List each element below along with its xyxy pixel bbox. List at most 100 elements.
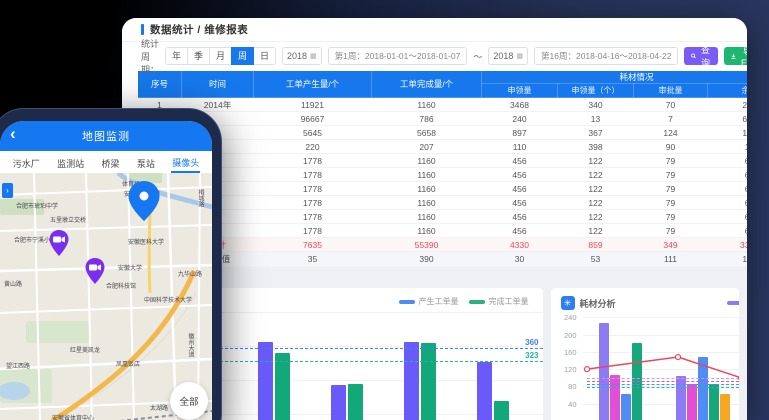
phone-page-title: 地图监测 — [82, 128, 130, 144]
bar — [621, 394, 631, 420]
sub-column-header: 审批量 — [634, 84, 708, 98]
map-label: 合肥市琥珀中学 — [16, 201, 58, 210]
table-cell: 1778 — [254, 196, 372, 210]
table-cell: 110 — [482, 140, 558, 154]
table-cell: 90 — [634, 140, 708, 154]
bar — [421, 343, 436, 420]
year-from-value: 2018 — [287, 51, 307, 61]
table-body: 12014年1192111603468340702509666778624013… — [138, 98, 748, 267]
table-row: 177811604561227967 — [138, 196, 748, 210]
show-all-button[interactable]: 全部 — [170, 382, 208, 420]
table-cell: 456 — [482, 224, 558, 238]
table-cell: 5645 — [254, 126, 372, 140]
calendar-icon: ▦ — [516, 52, 523, 60]
bar-line-chart-plot: 2402001601208040 — [551, 288, 739, 420]
table-cell: 122 — [558, 196, 634, 210]
table-cell: 79 — [634, 224, 708, 238]
period-label: 统计周期： — [141, 37, 159, 76]
table-cell: 349 — [634, 238, 708, 252]
segment-day[interactable]: 日 — [253, 47, 276, 65]
segment-year[interactable]: 年 — [165, 47, 188, 65]
average-refline — [587, 378, 739, 379]
table-cell: 3468 — [482, 98, 558, 112]
table-row: 177811604561227967 — [138, 168, 748, 182]
back-icon[interactable]: ‹ — [10, 124, 16, 144]
table-cell: 70 — [634, 98, 708, 112]
refline-label: 323 — [525, 351, 538, 360]
map-label: 望江西路 — [6, 361, 30, 370]
phone-tab-bar: 污水厂 监测站 桥梁 泵站 摄像头 — [0, 151, 212, 173]
map-view[interactable]: › 合肥市琥珀中学体育场安徽农业大学桐城路五里墩立交桥安徽医科大学合肥市宁溪小学… — [0, 173, 212, 420]
table-cell: 11921 — [254, 98, 372, 112]
week-to-value: 第16周：2018-04-16～2018-04-22 — [541, 50, 671, 62]
map-label: 黄山路 — [4, 279, 22, 288]
tab-bridge[interactable]: 桥梁 — [100, 153, 120, 172]
map-label: 徽州大道 — [186, 333, 195, 357]
tab-pump-station[interactable]: 泵站 — [136, 153, 156, 172]
phone-screen: ‹ 地图监测 污水厂 监测站 桥梁 泵站 摄像头 — [0, 121, 212, 420]
table-cell: 67 — [708, 154, 748, 168]
bar — [599, 323, 609, 420]
table-cell: 79 — [634, 210, 708, 224]
table-cell: 79 — [634, 196, 708, 210]
segment-quarter[interactable]: 季 — [187, 47, 210, 65]
table-cell: 111 — [634, 252, 708, 267]
year-from-select[interactable]: 2018 ▦ — [282, 47, 322, 65]
tab-monitor-station[interactable]: 监测站 — [56, 153, 85, 172]
table-cell: 1778 — [254, 182, 372, 196]
table-row: 96667786240137690 — [138, 112, 748, 126]
table-cell: 367 — [558, 126, 634, 140]
week-from-input[interactable]: 第1周：2018-01-01～2018-01-07 — [328, 47, 468, 65]
column-header: 时间 — [182, 71, 254, 98]
y-axis-tick: 80 — [557, 382, 577, 391]
y-axis-tick: 200 — [557, 331, 577, 340]
table-cell: 456 — [482, 210, 558, 224]
table-row: 177811604561227967 — [138, 210, 748, 224]
table-cell: 398 — [558, 140, 634, 154]
phone-mockup: ‹ 地图监测 污水厂 监测站 桥梁 泵站 摄像头 — [0, 108, 222, 420]
table-cell: 897 — [482, 126, 558, 140]
table-cell: 1160 — [372, 168, 482, 182]
report-table-wrapper: 序号时间工单产生量/个工单完成量/个耗材情况申领量申领量（个）审批量余量 120… — [137, 70, 747, 267]
search-icon — [691, 52, 696, 60]
table-cell: 690 — [708, 112, 748, 126]
table-cell: 1778 — [254, 210, 372, 224]
table-cell: 122 — [558, 168, 634, 182]
tab-sewage-plant[interactable]: 污水厂 — [12, 153, 41, 172]
column-header: 工单完成量/个 — [372, 71, 482, 98]
export-excel-button[interactable]: 导出Excel — [724, 47, 747, 65]
segment-week[interactable]: 周 — [231, 47, 254, 65]
column-header: 工单产生量/个 — [254, 71, 372, 98]
table-cell: 207 — [372, 140, 482, 154]
bar — [348, 384, 363, 420]
week-to-input[interactable]: 第16周：2018-04-16～2018-04-22 — [534, 47, 678, 65]
camera-pin[interactable] — [84, 257, 106, 285]
map-label: 红星美凯龙 — [70, 345, 100, 354]
table-cell: 1778 — [254, 154, 372, 168]
camera-pin[interactable] — [48, 229, 70, 257]
bar — [275, 353, 290, 420]
table-cell: 145 — [708, 252, 748, 267]
tab-camera[interactable]: 摄像头 — [171, 152, 200, 173]
group-column-header: 耗材情况 — [482, 71, 748, 84]
table-row: 177811604561227967 — [138, 182, 748, 196]
table-cell: 1160 — [372, 224, 482, 238]
table-cell: 250 — [708, 98, 748, 112]
bar — [720, 394, 730, 420]
selected-location-pin[interactable] — [126, 179, 162, 223]
breadcrumb: 数据统计 / 维修报表 — [150, 22, 248, 37]
table-cell: 5658 — [372, 126, 482, 140]
query-button[interactable]: 查询 — [684, 47, 718, 65]
table-cell: 456 — [482, 196, 558, 210]
bar — [477, 362, 492, 420]
bar — [709, 384, 719, 420]
table-cell: 53 — [558, 252, 634, 267]
year-to-select[interactable]: 2018 ▦ — [488, 47, 528, 65]
map-label: 太湖路 — [150, 403, 168, 412]
table-cell: 456 — [482, 154, 558, 168]
map-label: 安徽大学 — [118, 263, 142, 272]
segment-month[interactable]: 月 — [209, 47, 232, 65]
consumables-chart-card: ✳ 耗材分析 2402001601208040 — [551, 288, 739, 420]
bar — [404, 342, 419, 420]
table-cell: 3349 — [708, 238, 748, 252]
